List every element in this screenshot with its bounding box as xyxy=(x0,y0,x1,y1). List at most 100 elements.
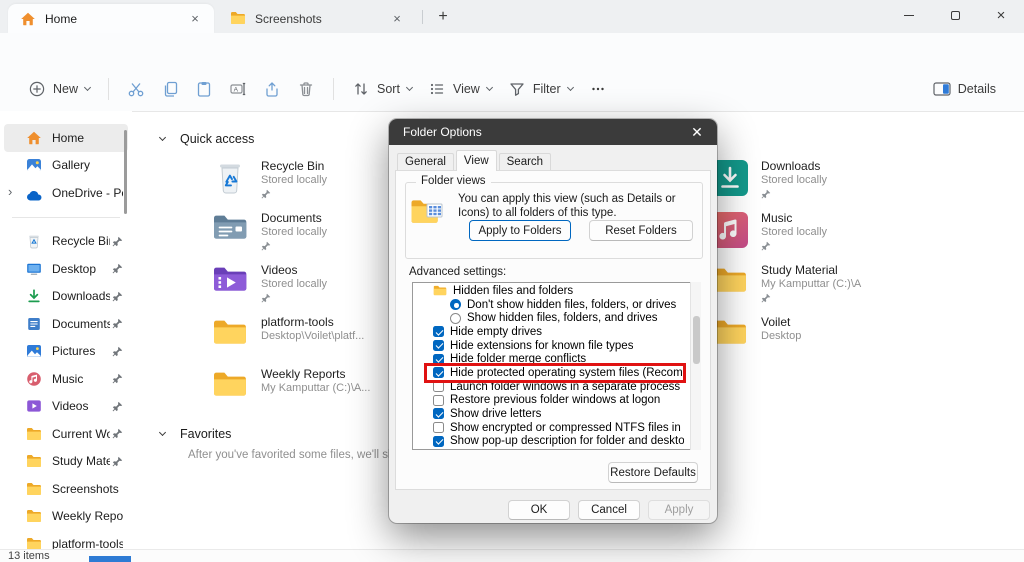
sidebar-item-current-worl[interactable]: › Current Worl xyxy=(0,420,132,448)
new-button[interactable]: New xyxy=(20,74,98,104)
restore-defaults-button[interactable]: Restore Defaults xyxy=(608,462,698,483)
chevron-down-icon xyxy=(567,84,574,91)
dialog-tab-general[interactable]: General xyxy=(397,153,454,171)
advanced-option-hidden-files-and-folders[interactable]: Hidden files and folders xyxy=(413,284,700,298)
new-tab-button[interactable]: + xyxy=(430,4,456,30)
sidebar-item-screenshots[interactable]: › Screenshots xyxy=(0,475,132,503)
advanced-option-restore-previous-folder-windows-at-logon[interactable]: Restore previous folder windows at logon xyxy=(413,393,700,407)
advanced-option-don-t-show-hidden-files-folders-or-drives[interactable]: Don't show hidden files, folders, or dri… xyxy=(413,298,700,312)
minimize-button[interactable] xyxy=(886,0,932,30)
filter-button[interactable]: Filter xyxy=(500,74,581,104)
sidebar-item-gallery[interactable]: › Gallery xyxy=(0,152,132,180)
checkbox-icon[interactable] xyxy=(433,422,444,433)
apply-to-folders-button[interactable]: Apply to Folders xyxy=(469,220,571,241)
sidebar-item-study-materi[interactable]: › Study Materi xyxy=(0,448,132,476)
cancel-button[interactable]: Cancel xyxy=(578,500,640,520)
sidebar-item-pictures[interactable]: › Pictures xyxy=(0,338,132,366)
sidebar-item-music[interactable]: › Music xyxy=(0,365,132,393)
quick-access-label: Quick access xyxy=(180,132,254,146)
documents-lg-icon xyxy=(212,212,248,248)
advanced-option-launch-folder-windows-in-a-separate-process[interactable]: Launch folder windows in a separate proc… xyxy=(413,380,700,394)
scrollbar-thumb[interactable] xyxy=(693,316,700,364)
details-pane-button[interactable]: Details xyxy=(925,76,1004,102)
checkbox-icon[interactable] xyxy=(433,436,444,447)
folder-lg-icon xyxy=(212,368,248,404)
chevron-right-icon[interactable]: › xyxy=(8,184,12,199)
delete-button[interactable] xyxy=(289,74,323,104)
close-button[interactable]: × xyxy=(978,0,1024,30)
advanced-option-show-hidden-files-folders-and-drives[interactable]: Show hidden files, folders, and drives xyxy=(413,311,700,325)
file-item-voilet[interactable]: Voilet Desktop xyxy=(712,314,1012,366)
view-button[interactable]: View xyxy=(420,74,500,104)
sort-button[interactable]: Sort xyxy=(344,74,420,104)
apply-button[interactable]: Apply xyxy=(648,500,710,520)
sidebar-item-documents[interactable]: › Documents xyxy=(0,310,132,338)
pin-icon xyxy=(112,263,123,274)
document-icon xyxy=(26,316,42,332)
quick-access-header[interactable]: Quick access xyxy=(160,132,254,146)
advanced-option-hide-folder-merge-conflicts[interactable]: Hide folder merge conflicts xyxy=(413,352,700,366)
toolbar-separator xyxy=(333,78,334,100)
checkbox-icon[interactable] xyxy=(433,408,444,419)
sidebar-item-onedrive-pers[interactable]: › OneDrive - Pers xyxy=(0,179,132,207)
copy-button[interactable] xyxy=(153,74,187,104)
file-item-downloads[interactable]: Downloads Stored locally xyxy=(712,158,1012,210)
chevron-down-icon[interactable] xyxy=(159,429,166,436)
sidebar-item-platform-tools[interactable]: › platform-tools xyxy=(0,530,132,549)
more-options-button[interactable] xyxy=(581,74,615,104)
tab-strip: Home × Screenshots × + × xyxy=(0,0,1024,33)
cut-icon xyxy=(127,80,145,98)
share-button[interactable] xyxy=(255,74,289,104)
sidebar-item-home[interactable]: › Home xyxy=(4,124,128,152)
advanced-option-show-drive-letters[interactable]: Show drive letters xyxy=(413,407,700,421)
tab-screenshots[interactable]: Screenshots × xyxy=(218,4,416,33)
checkbox-icon[interactable] xyxy=(433,326,444,337)
address-bar-row: › Home › Search Home xyxy=(0,33,1024,67)
advanced-option-show-pop-up-description-for-folder-and-desktop-items[interactable]: Show pop-up description for folder and d… xyxy=(413,434,700,448)
rename-button[interactable]: A xyxy=(221,74,255,104)
list-scrollbar[interactable] xyxy=(690,282,701,450)
folder-icon[interactable] xyxy=(433,285,447,296)
paste-button[interactable] xyxy=(187,74,221,104)
checkbox-icon[interactable] xyxy=(433,367,444,378)
videos-lg-icon xyxy=(212,264,248,300)
checkbox-icon[interactable] xyxy=(433,381,444,392)
sidebar-item-weekly-reports[interactable]: › Weekly Reports xyxy=(0,503,132,531)
maximize-button[interactable] xyxy=(932,0,978,30)
view-icon xyxy=(428,80,446,98)
favorites-header[interactable]: Favorites xyxy=(160,427,231,441)
sidebar-item-videos[interactable]: › Videos xyxy=(0,393,132,421)
folder-views-label: Folder views xyxy=(416,175,491,187)
sidebar-scrollbar[interactable] xyxy=(124,130,127,214)
file-item-music[interactable]: Music Stored locally xyxy=(712,210,1012,262)
chevron-down-icon[interactable] xyxy=(159,134,166,141)
details-pane-icon xyxy=(933,82,951,96)
advanced-option-hide-extensions-for-known-file-types[interactable]: Hide extensions for known file types xyxy=(413,339,700,353)
file-item-study-material[interactable]: Study Material My Kamputtar (C:)\A xyxy=(712,262,1012,314)
chevron-down-icon xyxy=(84,84,91,91)
bin-icon xyxy=(26,233,42,249)
reset-folders-button[interactable]: Reset Folders xyxy=(589,220,693,241)
checkbox-icon[interactable] xyxy=(433,395,444,406)
sidebar-item-recycle-bin[interactable]: › Recycle Bin xyxy=(0,228,132,256)
dialog-tab-view[interactable]: View xyxy=(456,150,497,171)
sidebar-item-desktop[interactable]: › Desktop xyxy=(0,255,132,283)
cut-button[interactable] xyxy=(119,74,153,104)
radio-icon[interactable] xyxy=(450,299,461,310)
dialog-title-bar[interactable]: Folder Options ✕ xyxy=(389,119,717,145)
sidebar-item-downloads[interactable]: › Downloads xyxy=(0,283,132,311)
advanced-option-show-encrypted-or-compressed-ntfs-files-in-color[interactable]: Show encrypted or compressed NTFS files … xyxy=(413,421,700,435)
advanced-option-hide-empty-drives[interactable]: Hide empty drives xyxy=(413,325,700,339)
radio-icon[interactable] xyxy=(450,313,461,324)
dialog-tab-search[interactable]: Search xyxy=(499,153,551,171)
tab-close-icon[interactable]: × xyxy=(388,10,406,28)
quick-access-column-right: Downloads Stored locally Music Stored lo… xyxy=(712,158,1012,366)
ok-button[interactable]: OK xyxy=(508,500,570,520)
checkbox-icon[interactable] xyxy=(433,354,444,365)
tab-close-icon[interactable]: × xyxy=(186,10,204,28)
advanced-option-hide-protected-operating-system-files-recommended[interactable]: Hide protected operating system files (R… xyxy=(413,366,700,380)
dialog-close-icon[interactable]: ✕ xyxy=(687,124,707,141)
checkbox-icon[interactable] xyxy=(433,340,444,351)
tab-home[interactable]: Home × xyxy=(8,4,214,33)
favorites-label: Favorites xyxy=(180,427,231,441)
